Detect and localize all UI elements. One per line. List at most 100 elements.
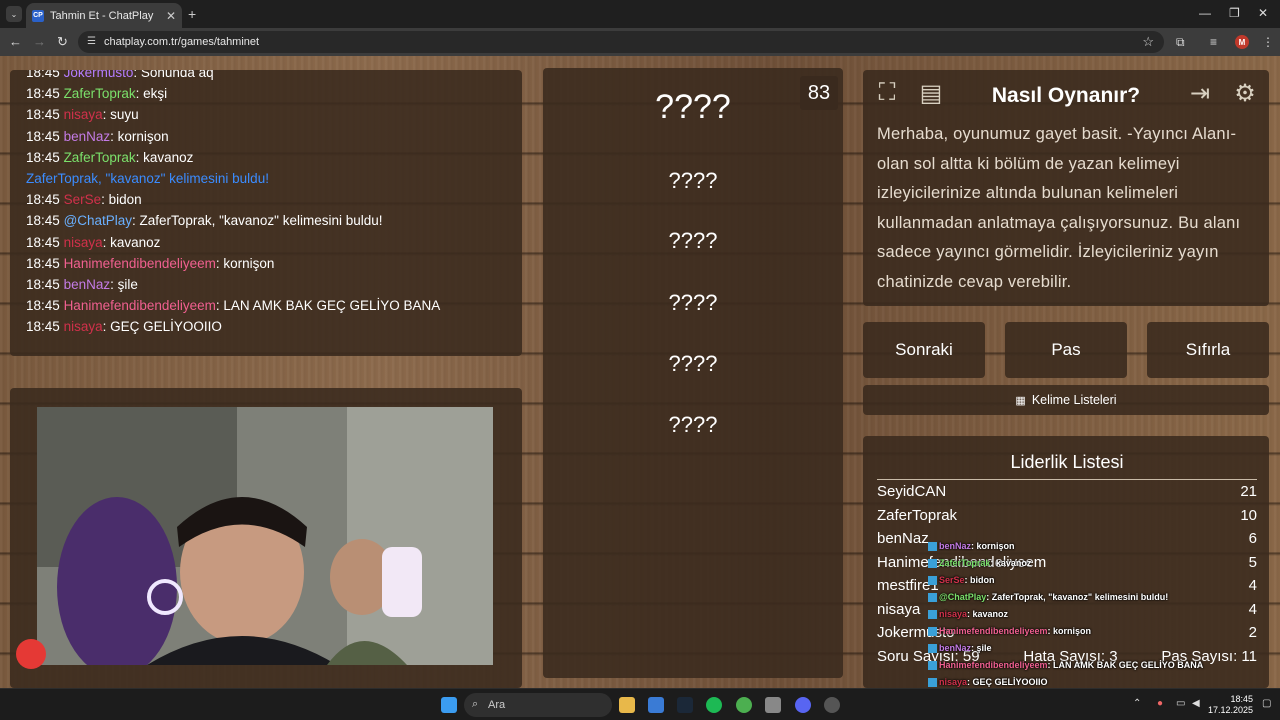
minimize-button[interactable]: — bbox=[1199, 6, 1211, 20]
badge-icon bbox=[928, 610, 937, 620]
stream-chat-overlay: benNaz: kornişon ZaferToprak: kavanoz SerS… bbox=[928, 538, 1228, 691]
chat-username[interactable]: @ChatPlay bbox=[64, 213, 132, 228]
chat-time: 18:45 bbox=[26, 86, 60, 102]
word-counter: 83 bbox=[800, 76, 838, 110]
leaderboard-row: ZaferToprak 10 bbox=[877, 507, 1257, 524]
address-bar[interactable]: ☰ chatplay.com.tr/games/tahminet ☆ bbox=[78, 31, 1164, 53]
forward-button[interactable]: → bbox=[33, 34, 46, 49]
restore-button[interactable]: ❐ bbox=[1229, 6, 1240, 20]
microphone-icon[interactable]: ● bbox=[1157, 698, 1163, 709]
tab-search-button[interactable]: ⌄ bbox=[6, 6, 22, 22]
reload-button[interactable]: ↻ bbox=[57, 34, 68, 50]
chat-time: 18:45 bbox=[26, 276, 60, 292]
site-info-icon[interactable]: ☰ bbox=[87, 36, 96, 47]
leaderboard-title: Liderlik Listesi bbox=[877, 452, 1257, 480]
pass-button[interactable]: Pas bbox=[1005, 322, 1127, 378]
chat-username[interactable]: ZaferToprak bbox=[64, 86, 136, 101]
media-icon[interactable]: ≡ bbox=[1210, 35, 1217, 49]
chat-username[interactable]: nisaya bbox=[64, 235, 103, 250]
chat-message: : ekşi bbox=[135, 86, 168, 102]
browser-tab[interactable]: CP Tahmin Et - ChatPlay ✕ bbox=[26, 3, 182, 28]
overlay-message: : kavanoz bbox=[990, 558, 1032, 568]
overlay-message: : GEÇ GELİYOOIIO bbox=[967, 677, 1048, 687]
chat-message: : Sonunda aq bbox=[133, 70, 214, 80]
badge-icon bbox=[928, 576, 937, 586]
chat-username[interactable]: Hanimefendibendeliyeem bbox=[64, 298, 216, 313]
extensions-icon[interactable]: ⧉ bbox=[1176, 35, 1185, 50]
badge-icon bbox=[928, 661, 937, 671]
overlay-message: : LAN AMK BAK GEÇ GELİYO BANA bbox=[1047, 660, 1204, 670]
discord-icon[interactable] bbox=[795, 697, 811, 713]
chat-line: 18:45 nisaya: kavanoz bbox=[26, 232, 506, 253]
overlay-username: ZaferToprak bbox=[939, 558, 991, 568]
word-lists-label: Kelime Listeleri bbox=[1031, 393, 1117, 407]
network-icon[interactable]: ▭ bbox=[1176, 698, 1185, 709]
overlay-message: : kornişon bbox=[971, 541, 1015, 551]
clock-date: 17.12.2025 bbox=[1208, 705, 1254, 715]
notifications-icon[interactable]: ▢ bbox=[1262, 698, 1271, 709]
chat-time: 18:45 bbox=[26, 213, 60, 229]
profile-avatar[interactable]: M bbox=[1235, 35, 1249, 49]
bookmark-star-icon[interactable]: ☆ bbox=[1142, 34, 1154, 50]
chat-line: 18:45 nisaya: suyu bbox=[26, 104, 506, 125]
windows-start-icon[interactable] bbox=[441, 697, 457, 713]
chat-username[interactable]: nisaya bbox=[64, 319, 103, 334]
player-score: 21 bbox=[1240, 483, 1257, 500]
app-icon[interactable] bbox=[765, 697, 781, 713]
chat-line: 18:45 benNaz: kornişon bbox=[26, 126, 506, 147]
menu-icon[interactable]: ⋮ bbox=[1262, 35, 1274, 49]
chat-username[interactable]: benNaz bbox=[64, 277, 111, 292]
chat-username[interactable]: ZaferToprak bbox=[64, 150, 136, 165]
badge-icon bbox=[928, 593, 937, 603]
player-name: nisaya bbox=[877, 600, 921, 618]
overlay-chat-line: @ChatPlay: ZaferToprak, "kavanoz" kelime… bbox=[928, 589, 1228, 606]
chat-time: 18:45 bbox=[26, 298, 60, 314]
spotify-icon[interactable] bbox=[706, 697, 722, 713]
next-button[interactable]: Sonraki bbox=[863, 322, 985, 378]
obs-icon[interactable] bbox=[824, 697, 840, 713]
steam-icon[interactable] bbox=[677, 697, 693, 713]
overlay-chat-line: benNaz: kornişon bbox=[928, 538, 1228, 555]
favicon: CP bbox=[32, 9, 44, 22]
player-score: 4 bbox=[1248, 577, 1257, 594]
file-explorer-icon[interactable] bbox=[619, 697, 635, 713]
reset-button[interactable]: Sıfırla bbox=[1147, 322, 1269, 378]
taskbar: ⌕ Ara ⌃ ● ▭ ◀ 18:45 17.12.2025 ▢ bbox=[0, 688, 1280, 720]
overlay-username: Hanimefendibendeliyeem bbox=[939, 626, 1048, 636]
chat-line: 18:45 Hanimefendibendeliyeem: LAN AMK BA… bbox=[26, 295, 506, 316]
chat-username[interactable]: Hanimefendibendeliyeem bbox=[64, 256, 216, 271]
overlay-chat-line: Hanimefendibendeliyeem: LAN AMK BAK GEÇ … bbox=[928, 657, 1228, 674]
chat-line: 18:45 benNaz: şile bbox=[26, 274, 506, 295]
tray-chevron-icon[interactable]: ⌃ bbox=[1133, 698, 1141, 709]
chat-message: : kornişon bbox=[215, 255, 275, 271]
chat-username[interactable]: benNaz bbox=[64, 129, 111, 144]
chat-message: : kavanoz bbox=[135, 149, 194, 165]
chat-time: 18:45 bbox=[26, 192, 60, 208]
clock[interactable]: 18:45 17.12.2025 bbox=[1208, 694, 1253, 716]
hidden-word: ???? bbox=[668, 351, 718, 376]
volume-icon[interactable]: ◀ bbox=[1192, 698, 1200, 709]
overlay-username: benNaz bbox=[939, 541, 972, 551]
url-text: chatplay.com.tr/games/tahminet bbox=[104, 36, 260, 48]
badge-icon bbox=[928, 644, 937, 654]
word-lists-button[interactable]: ▦ Kelime Listeleri bbox=[863, 385, 1269, 415]
chat-username[interactable]: nisaya bbox=[64, 107, 103, 122]
chrome-icon[interactable] bbox=[736, 697, 752, 713]
howto-title: Nasıl Oynanır? bbox=[991, 84, 1141, 107]
back-button[interactable]: ← bbox=[9, 34, 22, 49]
hidden-word: ???? bbox=[655, 88, 731, 126]
chat-message: : LAN AMK BAK GEÇ GELİYO BANA bbox=[215, 298, 441, 314]
overlay-message: : kornişon bbox=[1047, 626, 1092, 636]
chat-message: : GEÇ GELİYOOIIO bbox=[102, 319, 222, 335]
chat-message: : kornişon bbox=[110, 128, 169, 144]
chat-system-message: ZaferToprak, "kavanoz" kelimesini buldu! bbox=[26, 170, 269, 186]
close-window-button[interactable]: ✕ bbox=[1258, 6, 1268, 20]
store-icon[interactable] bbox=[648, 697, 664, 713]
overlay-username: Hanimefendibendeliyeem bbox=[939, 660, 1048, 670]
close-tab-icon[interactable]: ✕ bbox=[166, 9, 176, 23]
new-tab-button[interactable]: + bbox=[188, 6, 196, 22]
taskbar-search[interactable]: ⌕ Ara bbox=[464, 693, 612, 717]
record-button[interactable] bbox=[16, 639, 46, 669]
chat-username[interactable]: SerSe bbox=[64, 192, 102, 207]
chat-username[interactable]: Jokermusto bbox=[64, 70, 134, 80]
